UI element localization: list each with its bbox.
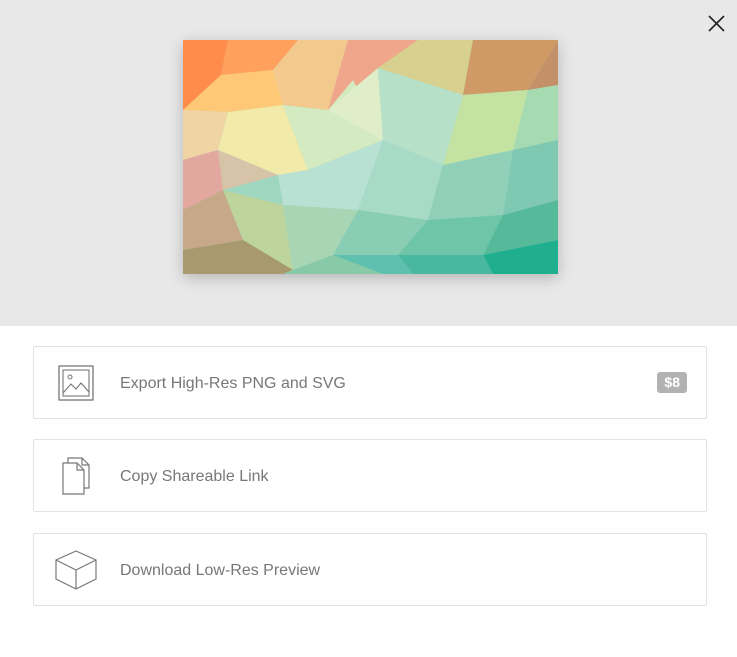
artwork-preview xyxy=(183,40,558,274)
export-hi-res-label: Export High-Res PNG and SVG xyxy=(120,375,346,392)
low-poly-artwork xyxy=(183,40,558,274)
copy-link-option[interactable]: Copy Shareable Link xyxy=(33,439,707,512)
export-hi-res-option[interactable]: Export High-Res PNG and SVG $8 xyxy=(33,346,707,419)
download-low-res-option[interactable]: Download Low-Res Preview xyxy=(33,533,707,606)
cube-icon xyxy=(54,550,98,590)
close-icon xyxy=(708,15,725,32)
price-badge: $8 xyxy=(657,372,687,393)
copy-pages-icon xyxy=(54,456,98,496)
preview-area xyxy=(0,0,737,326)
close-button[interactable] xyxy=(703,10,730,37)
image-icon xyxy=(54,363,98,403)
download-low-res-label: Download Low-Res Preview xyxy=(120,562,321,579)
copy-link-label: Copy Shareable Link xyxy=(120,468,269,485)
